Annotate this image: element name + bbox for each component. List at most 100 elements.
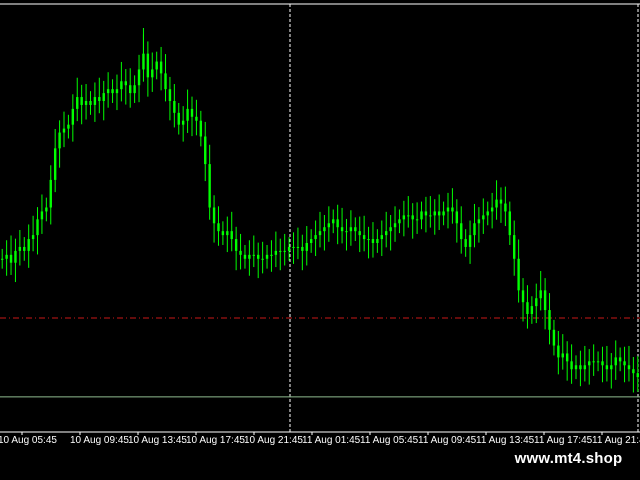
- candle-body: [336, 219, 339, 228]
- candle-body: [102, 93, 105, 101]
- candle-body: [367, 239, 370, 241]
- candle-body: [486, 211, 489, 216]
- candle-body: [345, 231, 348, 233]
- candle-body: [508, 211, 511, 236]
- candle-body: [623, 361, 626, 366]
- candle-body: [217, 223, 220, 232]
- candle-body: [274, 250, 278, 255]
- candle-body: [301, 246, 304, 251]
- candle-body: [437, 211, 441, 216]
- candle-body: [380, 235, 383, 240]
- candle-body: [18, 246, 22, 251]
- candle-body: [495, 199, 498, 208]
- x-tick-label: 10 Aug 09:45: [70, 435, 129, 446]
- candle-body: [521, 290, 525, 303]
- candle-body: [464, 239, 467, 247]
- candle-body: [186, 108, 189, 121]
- candle-body: [332, 219, 335, 224]
- x-tick-label: 11 Aug 09:45: [418, 435, 477, 446]
- candle-body: [1, 258, 4, 260]
- candle-body: [296, 246, 300, 248]
- candle-body: [27, 239, 30, 251]
- candle-body: [526, 302, 529, 314]
- candle-body: [155, 61, 158, 70]
- candle-body: [212, 207, 216, 224]
- candle-body: [265, 254, 269, 259]
- candle-body: [173, 101, 176, 113]
- candle-body: [601, 361, 604, 366]
- candle-body: [80, 97, 83, 105]
- candle-body: [76, 97, 79, 109]
- candle-body: [208, 164, 211, 208]
- candle-body: [45, 207, 48, 212]
- candle-body: [349, 227, 353, 232]
- candle-body: [279, 250, 282, 252]
- x-tick-label: 10 Aug 17:45: [186, 435, 245, 446]
- candle-body: [252, 254, 255, 256]
- candle-body: [89, 101, 92, 105]
- candle-body: [596, 361, 600, 363]
- candle-body: [111, 89, 114, 94]
- candle-body: [309, 239, 313, 243]
- candle-body: [618, 357, 622, 362]
- x-tick-label: 11 Aug 05:45: [360, 435, 419, 446]
- candle-body: [234, 239, 238, 251]
- candle-body: [605, 365, 609, 370]
- x-tick-label: 11 Aug 01:45: [302, 435, 361, 446]
- candle-body: [592, 361, 595, 363]
- candle-body: [23, 246, 26, 251]
- candle-body: [362, 235, 366, 240]
- candle-body: [393, 223, 397, 228]
- candle-body: [62, 128, 66, 133]
- candle-body: [270, 254, 273, 256]
- candle-body: [292, 246, 295, 248]
- candle-body: [385, 231, 388, 236]
- candle-body: [530, 306, 534, 314]
- chart-window[interactable]: 10 Aug 05:45 10 Aug 09:45 10 Aug 13:45 10 A…: [0, 0, 640, 452]
- price-chart[interactable]: 10 Aug 05:45 10 Aug 09:45 10 Aug 13:45 10 A…: [0, 0, 640, 452]
- candle-body: [305, 243, 308, 251]
- candle-body: [261, 258, 264, 260]
- candle-body: [137, 69, 141, 86]
- candle-body: [539, 290, 542, 299]
- candle-body: [429, 215, 432, 217]
- candle-body: [164, 73, 167, 90]
- candle-body: [636, 373, 639, 378]
- candle-body: [499, 199, 503, 204]
- candle-body: [477, 219, 481, 224]
- candle-body: [610, 365, 613, 370]
- candle-body: [574, 365, 578, 370]
- candle-body: [58, 132, 61, 149]
- candle-body: [283, 250, 286, 252]
- candle-body: [195, 116, 198, 121]
- candle-body: [552, 329, 556, 346]
- candle-body: [451, 207, 454, 212]
- candle-body: [190, 108, 194, 117]
- candle-body: [71, 108, 75, 125]
- candle-body: [243, 254, 247, 259]
- candle-body: [473, 223, 476, 236]
- candle-body: [230, 231, 233, 240]
- candle-body: [535, 298, 538, 307]
- x-tick-label: 10 Aug 21:45: [244, 435, 303, 446]
- candle-body: [632, 369, 635, 374]
- candle-body: [482, 215, 485, 220]
- candle-body: [513, 235, 516, 259]
- candle-body: [583, 365, 587, 370]
- candle-body: [323, 227, 326, 232]
- candle-body: [614, 357, 617, 366]
- candle-body: [221, 231, 225, 236]
- candle-body: [570, 361, 573, 370]
- candle-body: [442, 211, 445, 216]
- candle-body: [468, 235, 472, 247]
- candle-body: [407, 215, 410, 217]
- candle-body: [204, 136, 207, 165]
- candle-body: [557, 345, 560, 358]
- candle-body: [142, 53, 145, 70]
- candle-body: [460, 223, 463, 240]
- candle-body: [159, 61, 163, 74]
- x-tick-label: 10 Aug 13:45: [128, 435, 187, 446]
- watermark-logo: www.mt4.shop: [497, 445, 640, 472]
- candle-body: [561, 353, 564, 358]
- candle-body: [257, 254, 260, 259]
